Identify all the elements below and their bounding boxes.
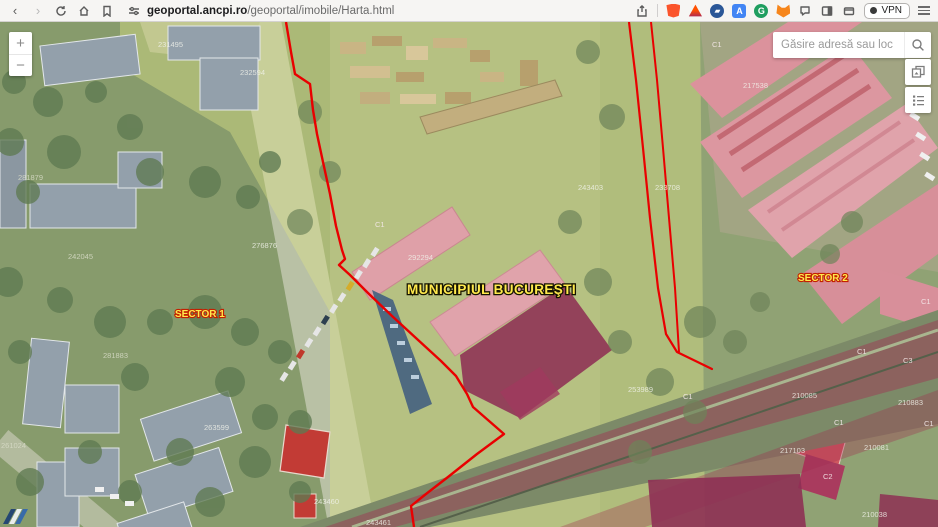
parcel-label: 243460 — [314, 497, 339, 506]
basemap-icon — [911, 65, 925, 78]
extension-blue-icon[interactable]: ▰ — [710, 3, 725, 18]
forward-icon[interactable]: › — [31, 4, 45, 18]
parcel-label: 210081 — [864, 443, 889, 452]
zoom-control: + − — [9, 32, 32, 76]
parcel-label: 276876 — [252, 241, 277, 250]
url-path: /geoportal/imobile/Harta.html — [247, 4, 395, 17]
building-code-label: C1 — [924, 419, 934, 428]
parcel-label: 233708 — [655, 183, 680, 192]
esri-logo — [3, 509, 31, 524]
url-domain: geoportal.ancpi.ro — [147, 4, 248, 17]
sidebar-toggle-icon[interactable] — [820, 4, 834, 18]
map-canvas[interactable]: 231495 232594 281879 242045 276876 29229… — [0, 22, 938, 527]
building-code-label: C1 — [683, 392, 693, 401]
address-bar[interactable]: geoportal.ancpi.ro/geoportal/imobile/Har… — [127, 4, 626, 18]
grammarly-extension-icon[interactable]: G — [754, 3, 769, 18]
zoom-in-button[interactable]: + — [9, 32, 32, 54]
building-code-label: C1 — [857, 347, 867, 356]
building-code-label: C1 — [834, 418, 844, 427]
parcel-label: 231495 — [158, 40, 183, 49]
home-icon[interactable] — [77, 4, 91, 18]
parcel-label: 210883 — [898, 398, 923, 407]
parcel-label: 243461 — [366, 518, 391, 527]
zoom-out-button[interactable]: − — [9, 54, 32, 76]
basemap-gallery-button[interactable] — [905, 59, 931, 85]
parcel-label: 232594 — [240, 68, 265, 77]
chat-extension-icon[interactable] — [798, 4, 812, 18]
vpn-button[interactable]: VPN — [864, 2, 910, 19]
vpn-status-dot — [870, 7, 878, 14]
back-icon[interactable]: ‹ — [8, 4, 22, 18]
bat-rewards-icon[interactable] — [688, 4, 703, 17]
parcel-label: 210085 — [792, 391, 817, 400]
building-code-label: C1 — [712, 40, 722, 49]
search-box — [773, 32, 931, 58]
toolbar-divider — [657, 4, 659, 17]
parcel-label: 217538 — [743, 81, 768, 90]
parcel-label: 263599 — [204, 423, 229, 432]
search-icon — [912, 39, 924, 51]
parcel-label: 281879 — [18, 173, 43, 182]
brave-shield-icon[interactable] — [666, 3, 681, 18]
parcel-label: 242045 — [68, 252, 93, 261]
sector-2-label: SECTOR 2 — [798, 273, 848, 284]
url-text[interactable]: geoportal.ancpi.ro/geoportal/imobile/Har… — [147, 5, 394, 17]
bookmark-icon[interactable] — [100, 4, 114, 18]
toolbar-right: ▰ A G VPN — [635, 2, 930, 19]
reload-icon[interactable] — [54, 4, 68, 18]
legend-list-icon — [912, 95, 924, 106]
parcel-label: 253989 — [628, 385, 653, 394]
parcel-label: 292294 — [408, 253, 433, 262]
parcel-label: 217103 — [780, 446, 805, 455]
metamask-extension-icon[interactable] — [776, 4, 791, 18]
browser-toolbar: ‹ › geoportal.ancpi.ro/geoportal/imobile… — [0, 0, 938, 22]
vpn-label: VPN — [881, 5, 902, 16]
building-code-label: C1 — [921, 297, 931, 306]
sector-1-label: SECTOR 1 — [175, 309, 225, 320]
legend-button[interactable] — [905, 87, 931, 113]
search-input[interactable] — [773, 32, 904, 58]
search-button[interactable] — [904, 32, 931, 58]
wallet-icon[interactable] — [842, 4, 856, 18]
parcel-label: 243403 — [578, 183, 603, 192]
parcel-label: 210038 — [862, 510, 887, 519]
parcel-label: 261024 — [1, 441, 26, 450]
building-code-label: C3 — [903, 356, 913, 365]
building-code-label: C2 — [823, 472, 833, 481]
menu-icon[interactable] — [918, 6, 930, 15]
municipality-label: MUNICIPIUL BUCUREŞTI — [407, 282, 576, 297]
share-icon[interactable] — [635, 4, 649, 18]
parcel-label: 281883 — [103, 351, 128, 360]
site-settings-icon[interactable] — [127, 4, 141, 18]
building-code-label: C1 — [375, 220, 385, 229]
translate-extension-icon[interactable]: A — [732, 3, 747, 18]
browser-window: ‹ › geoportal.ancpi.ro/geoportal/imobile… — [0, 0, 938, 527]
map-imagery: 231495 232594 281879 242045 276876 29229… — [0, 22, 938, 527]
